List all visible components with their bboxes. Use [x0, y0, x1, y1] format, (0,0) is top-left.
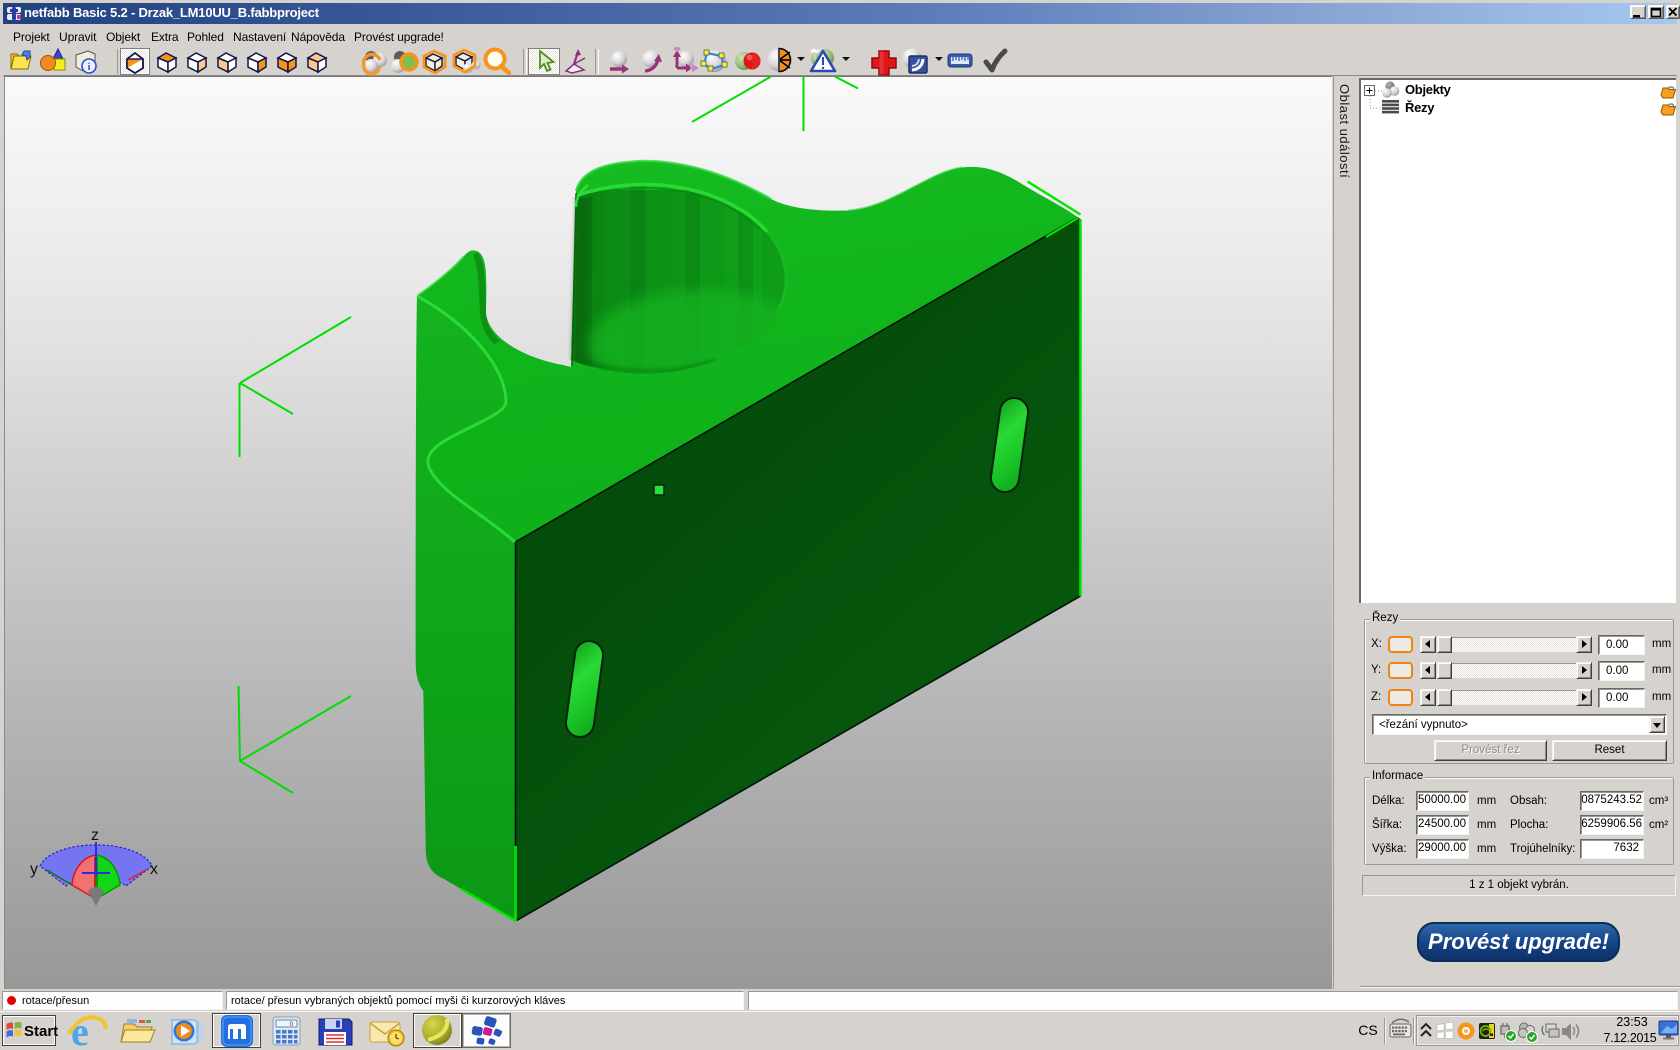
svg-text:Start: Start: [24, 1023, 58, 1040]
svg-text:23:53: 23:53: [1616, 1015, 1647, 1029]
svg-text:Objekty: Objekty: [1405, 82, 1452, 97]
svg-text:CS: CS: [1358, 1022, 1377, 1038]
svg-text:7.12.2015: 7.12.2015: [1604, 1031, 1657, 1045]
svg-text:z: z: [91, 827, 99, 844]
svg-text:y: y: [30, 861, 38, 878]
svg-text:x: x: [150, 861, 158, 878]
svg-text:i: i: [88, 62, 91, 73]
svg-text:Řezy: Řezy: [1405, 100, 1435, 115]
